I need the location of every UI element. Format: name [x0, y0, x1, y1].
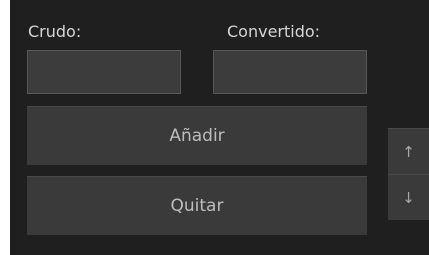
arrow-down-icon: ↓ [402, 188, 415, 207]
move-up-button[interactable]: ↑ [388, 128, 429, 174]
converted-input[interactable] [213, 50, 367, 94]
remove-button-label: Quitar [170, 196, 224, 216]
add-button[interactable]: Añadir [27, 106, 367, 165]
add-button-label: Añadir [169, 126, 225, 146]
converted-label: Convertido: [227, 22, 321, 41]
remove-button[interactable]: Quitar [27, 176, 367, 235]
raw-label: Crudo: [28, 22, 82, 41]
arrow-up-icon: ↑ [402, 142, 415, 161]
raw-input[interactable] [27, 50, 181, 94]
move-down-button[interactable]: ↓ [388, 174, 429, 220]
